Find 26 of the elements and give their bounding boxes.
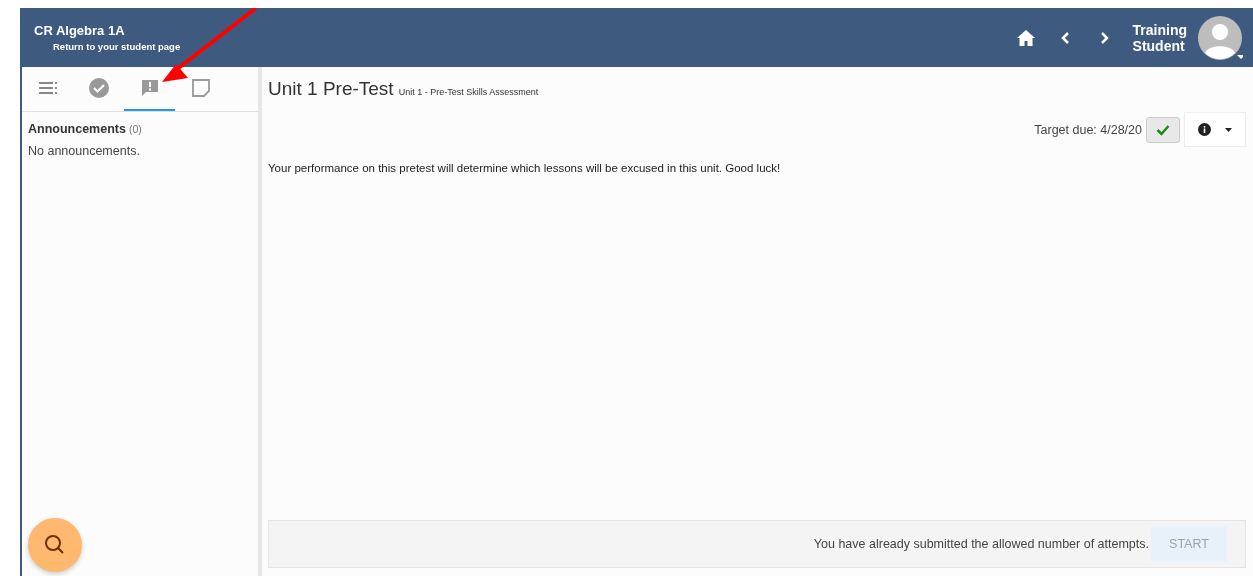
target-due: Target due: 4/28/20	[1034, 122, 1142, 137]
description-text: Your performance on this pretest will determine which lessons will be excused in this unit. Good luck!	[268, 162, 782, 174]
course-title: CR Algebra 1A	[34, 23, 126, 38]
announcements-heading: Announcements (0)	[27, 121, 143, 136]
complete-button[interactable]	[1146, 116, 1180, 143]
home-icon	[1016, 29, 1035, 46]
page-title: Unit 1 Pre-Test	[268, 78, 394, 100]
user-name[interactable]: Training Student	[1132, 21, 1187, 54]
chevron-left-icon	[1060, 30, 1071, 45]
checkmark-icon	[1156, 123, 1170, 136]
return-link[interactable]: Return to your student page	[53, 41, 181, 52]
info-dropdown[interactable]	[1184, 112, 1246, 147]
avatar-icon	[1197, 14, 1243, 61]
chevron-right-icon	[1098, 30, 1109, 45]
empty-message: No announcements.	[27, 143, 141, 160]
avatar-menu[interactable]	[1197, 14, 1243, 61]
attempts-message: You have already submitted the allowed number of attempts.	[813, 537, 1149, 551]
check-circle-icon	[88, 78, 109, 98]
page-subtitle: Unit 1 - Pre-Test Skills Assessment	[398, 87, 539, 97]
info-icon	[1198, 123, 1211, 136]
announcement-icon	[139, 78, 160, 98]
search-icon	[44, 534, 66, 556]
search-button[interactable]	[28, 518, 82, 572]
list-icon	[38, 82, 57, 94]
caret-icon	[1225, 127, 1232, 132]
note-icon	[190, 78, 211, 98]
